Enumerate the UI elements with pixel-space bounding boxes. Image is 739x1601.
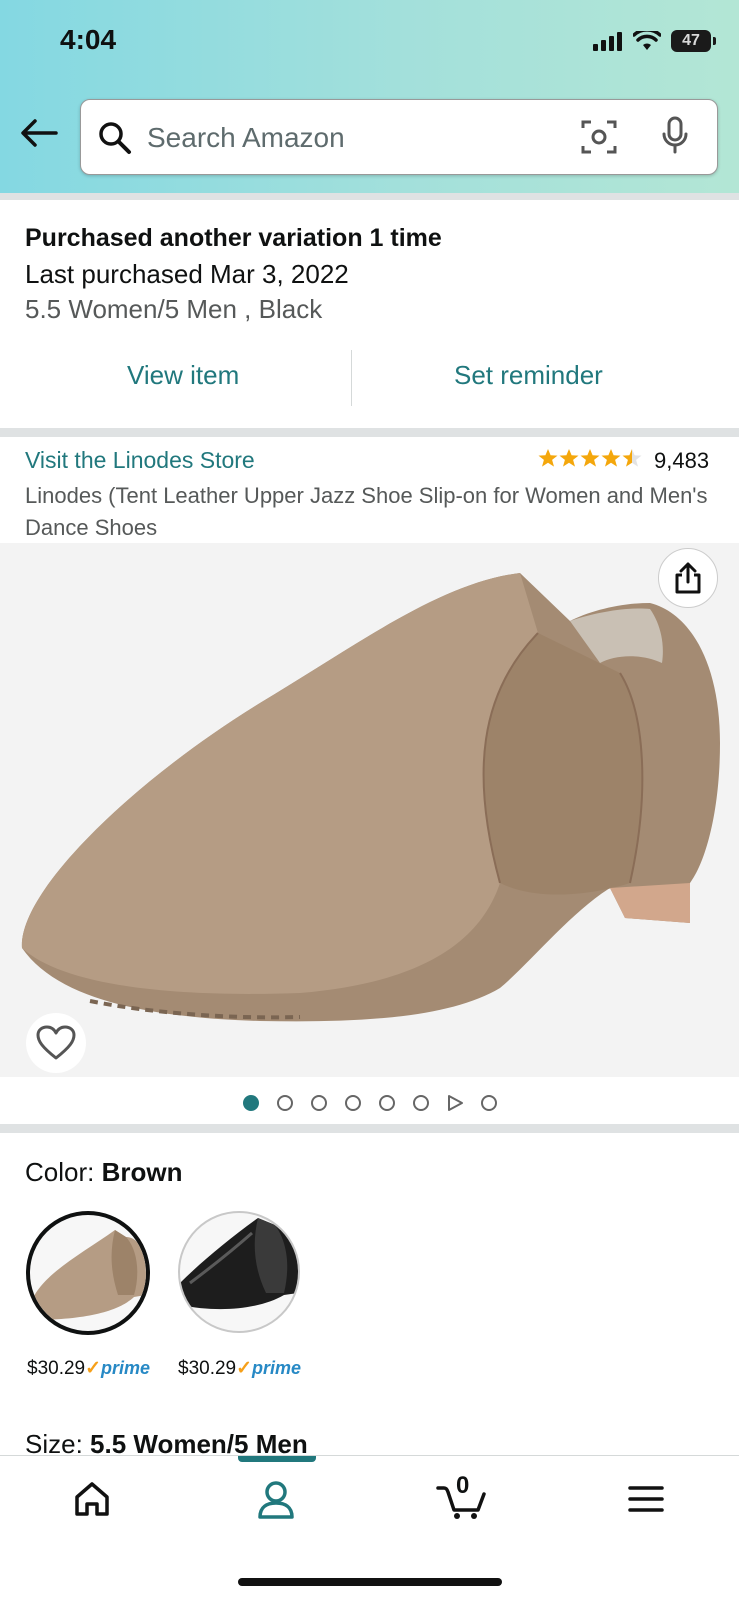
status-icons: 47 — [593, 30, 716, 52]
account-icon — [258, 1481, 294, 1519]
prime-badge: prime — [252, 1358, 302, 1378]
home-indicator — [238, 1578, 502, 1586]
nav-menu[interactable] — [628, 1484, 664, 1519]
active-tab-indicator — [238, 1456, 316, 1462]
carousel-dot — [311, 1095, 327, 1111]
product-image-carousel[interactable] — [0, 543, 739, 1077]
header-divider — [0, 193, 739, 200]
carousel-dot — [243, 1095, 259, 1111]
status-time: 4:04 — [60, 24, 117, 55]
color-label-text: Color: — [25, 1157, 102, 1187]
prime-check-icon: ✓ — [236, 1358, 253, 1379]
carousel-dots — [243, 1095, 497, 1111]
black-shoe-thumbnail — [180, 1218, 298, 1310]
color-swatch-black[interactable] — [178, 1211, 300, 1333]
home-icon — [75, 1482, 109, 1516]
cart-count: 0 — [456, 1472, 470, 1499]
nav-account[interactable] — [257, 1480, 295, 1525]
color-label: Color: Brown — [25, 1157, 182, 1188]
purchase-history-title: Purchased another variation 1 time — [25, 224, 442, 252]
color-swatch-brown[interactable] — [26, 1211, 150, 1335]
store-link[interactable]: Visit the Linodes Store — [25, 447, 255, 474]
swatch-price-brown: $30.29✓prime — [27, 1357, 150, 1380]
purchased-variation: 5.5 Women/5 Men , Black — [25, 294, 323, 324]
section-divider — [0, 1124, 739, 1133]
price-value: $30.29 — [27, 1358, 86, 1379]
carousel-dot — [413, 1095, 429, 1111]
nav-home[interactable] — [73, 1480, 111, 1523]
carousel-dot — [481, 1095, 497, 1111]
brown-shoe-thumbnail — [30, 1230, 146, 1320]
battery-icon: 47 — [671, 30, 716, 52]
back-button[interactable] — [20, 118, 58, 153]
microphone-icon[interactable] — [661, 116, 689, 156]
carousel-dot — [379, 1095, 395, 1111]
product-image — [21, 573, 720, 1022]
cellular-signal-icon — [593, 32, 622, 51]
share-icon — [675, 562, 701, 594]
battery-level: 47 — [682, 32, 700, 49]
add-to-list-button[interactable] — [26, 1013, 86, 1073]
prime-badge: prime — [101, 1358, 151, 1378]
last-purchased-date: Last purchased Mar 3, 2022 — [25, 259, 349, 289]
rating-count[interactable]: 9,483 — [654, 448, 709, 474]
search-bar[interactable]: Search Amazon — [80, 99, 718, 175]
wifi-icon — [633, 31, 661, 50]
menu-icon — [628, 1486, 664, 1512]
camera-search-icon[interactable] — [581, 118, 617, 156]
prime-check-icon: ✓ — [85, 1358, 102, 1379]
swatch-price-black: $30.29✓prime — [178, 1357, 301, 1380]
search-icon — [99, 122, 131, 154]
carousel-dot — [345, 1095, 361, 1111]
star-icons — [538, 449, 642, 467]
color-value: Brown — [101, 1157, 183, 1187]
price-value: $30.29 — [178, 1358, 237, 1379]
search-input[interactable]: Search Amazon — [147, 122, 345, 154]
back-arrow-icon — [21, 119, 58, 147]
carousel-dot — [277, 1095, 293, 1111]
action-divider — [351, 350, 352, 406]
heart-icon — [36, 1025, 76, 1060]
view-item-link[interactable]: View item — [127, 360, 239, 391]
header: 4:04 47 Search Amazon — [0, 0, 739, 193]
carousel-video-play-icon — [448, 1095, 463, 1111]
set-reminder-link[interactable]: Set reminder — [454, 360, 603, 391]
section-divider — [0, 428, 739, 437]
star-rating[interactable] — [538, 448, 644, 475]
share-button[interactable] — [658, 548, 718, 608]
product-title: Linodes (Tent Leather Upper Jazz Shoe Sl… — [25, 483, 708, 540]
